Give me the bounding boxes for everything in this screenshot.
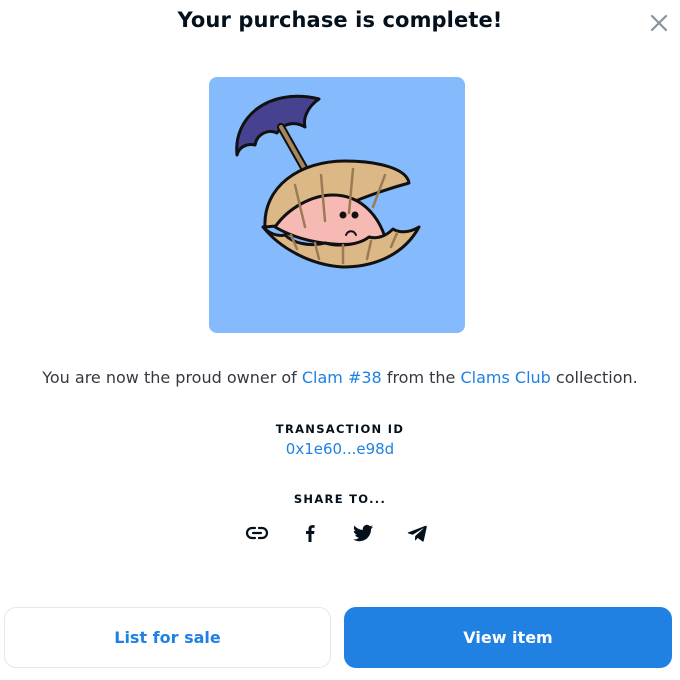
list-for-sale-button[interactable]: List for sale (4, 607, 331, 668)
share-telegram-button[interactable] (404, 520, 430, 546)
ownership-prefix: You are now the proud owner of (42, 368, 302, 387)
close-icon (650, 14, 668, 32)
ownership-suffix: collection. (550, 368, 638, 387)
ownership-message: You are now the proud owner of Clam #38 … (0, 368, 680, 387)
modal-title: Your purchase is complete! (177, 8, 503, 32)
share-label: SHARE TO... (293, 492, 387, 506)
share-twitter-button[interactable] (350, 520, 376, 546)
twitter-icon (353, 524, 373, 542)
view-item-button[interactable]: View item (344, 607, 672, 668)
link-icon (245, 526, 269, 540)
collection-link[interactable]: Clams Club (460, 368, 550, 387)
close-button[interactable] (648, 12, 670, 34)
telegram-icon (407, 525, 427, 542)
nft-image (209, 77, 465, 333)
purchase-complete-modal: Your purchase is complete! You are now t… (0, 0, 680, 680)
transaction-id-label: TRANSACTION ID (275, 422, 405, 436)
clam-nft-image (235, 94, 421, 269)
facebook-icon (306, 525, 315, 542)
ownership-middle: from the (381, 368, 461, 387)
share-buttons (0, 520, 680, 546)
transaction-id-link[interactable]: 0x1e60...e98d (0, 440, 680, 458)
item-link[interactable]: Clam #38 (302, 368, 382, 387)
share-facebook-button[interactable] (297, 520, 323, 546)
share-copy-link-button[interactable] (244, 520, 270, 546)
